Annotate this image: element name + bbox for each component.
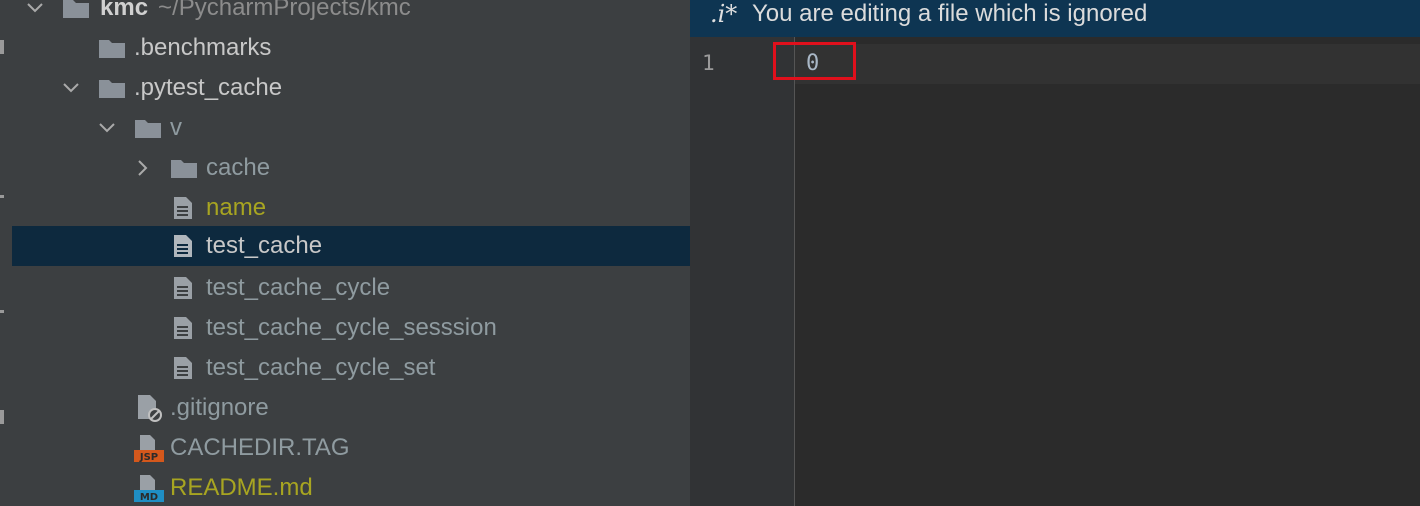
tool-strip-marker[interactable] xyxy=(0,410,4,424)
project-tree-panel: kmc ~/PycharmProjects/kmc .benchmarks .py… xyxy=(12,0,690,506)
text-file-icon xyxy=(172,188,194,228)
line-number: 1 xyxy=(702,51,715,75)
text-file-icon xyxy=(172,268,194,308)
tree-row-test-cache[interactable]: test_cache xyxy=(12,226,690,266)
tree-item-label: test_cache xyxy=(206,232,323,259)
markdown-file-icon: MD xyxy=(134,468,166,506)
tree-item-label: .benchmarks xyxy=(134,34,272,61)
tree-row-readme[interactable]: MD README.md xyxy=(12,468,690,506)
text-file-icon xyxy=(172,348,194,388)
folder-icon xyxy=(170,148,198,188)
tree-row-test-cache-cycle-set[interactable]: test_cache_cycle_set xyxy=(12,348,690,388)
banner-text: You are editing a file which is ignored xyxy=(752,0,1148,27)
folder-icon xyxy=(134,108,162,148)
chevron-right-icon[interactable] xyxy=(132,148,154,188)
tool-strip-marker[interactable] xyxy=(0,195,4,198)
tree-row-pytest-cache[interactable]: .pytest_cache xyxy=(12,68,690,108)
root-name: kmc xyxy=(100,0,149,21)
tree-row-name[interactable]: name xyxy=(12,188,690,228)
tree-item-label: .gitignore xyxy=(170,394,269,421)
tool-strip-marker[interactable] xyxy=(0,40,4,54)
tree-item-label: name xyxy=(206,194,267,221)
red-highlight-box xyxy=(773,42,856,80)
current-line-highlight xyxy=(795,44,1420,84)
root-path: ~/PycharmProjects/kmc xyxy=(158,0,411,21)
tool-strip-marker[interactable] xyxy=(0,310,4,313)
tree-row-cachedir-tag[interactable]: JSP CACHEDIR.TAG xyxy=(12,428,690,468)
tree-item-label: README.md xyxy=(170,474,313,501)
editor-pane[interactable]: .i* You are editing a file which is igno… xyxy=(690,0,1420,506)
folder-icon xyxy=(98,28,126,68)
tree-item-label: v xyxy=(170,114,182,141)
ignore-file-icon xyxy=(136,388,164,428)
chevron-down-icon[interactable] xyxy=(24,0,46,28)
jsp-badge: JSP xyxy=(139,452,158,463)
folder-icon xyxy=(62,0,90,28)
tree-row-test-cache-cycle-sesssion[interactable]: test_cache_cycle_sesssion xyxy=(12,308,690,348)
tree-item-label: .pytest_cache xyxy=(134,74,283,101)
chevron-down-icon[interactable] xyxy=(60,68,82,108)
md-badge: MD xyxy=(140,492,158,503)
tree-row-cache[interactable]: cache xyxy=(12,148,690,188)
tree-root-label: kmc ~/PycharmProjects/kmc xyxy=(100,0,411,28)
tree-row-gitignore[interactable]: .gitignore xyxy=(12,388,690,428)
tree-row-v[interactable]: v xyxy=(12,108,690,148)
line-gutter: 1 xyxy=(690,37,795,506)
tree-item-label: cache xyxy=(206,154,271,181)
tree-row-benchmarks[interactable]: .benchmarks xyxy=(12,28,690,68)
folder-icon xyxy=(98,68,126,108)
tree-item-label: test_cache_cycle_set xyxy=(206,354,436,381)
jsp-file-icon: JSP xyxy=(134,428,166,468)
tree-item-label: test_cache_cycle_sesssion xyxy=(206,314,497,341)
tree-item-label: CACHEDIR.TAG xyxy=(170,434,350,461)
ignored-file-banner: .i* You are editing a file which is igno… xyxy=(690,0,1420,37)
tree-row-test-cache-cycle[interactable]: test_cache_cycle xyxy=(12,268,690,308)
text-file-icon xyxy=(172,226,194,266)
chevron-down-icon[interactable] xyxy=(96,108,118,148)
tree-row-root[interactable]: kmc ~/PycharmProjects/kmc xyxy=(12,0,690,28)
text-file-icon xyxy=(172,308,194,348)
tree-item-label: test_cache_cycle xyxy=(206,274,391,301)
ignore-icon: .i* xyxy=(710,0,738,28)
ide-window: kmc ~/PycharmProjects/kmc .benchmarks .py… xyxy=(0,0,1420,506)
